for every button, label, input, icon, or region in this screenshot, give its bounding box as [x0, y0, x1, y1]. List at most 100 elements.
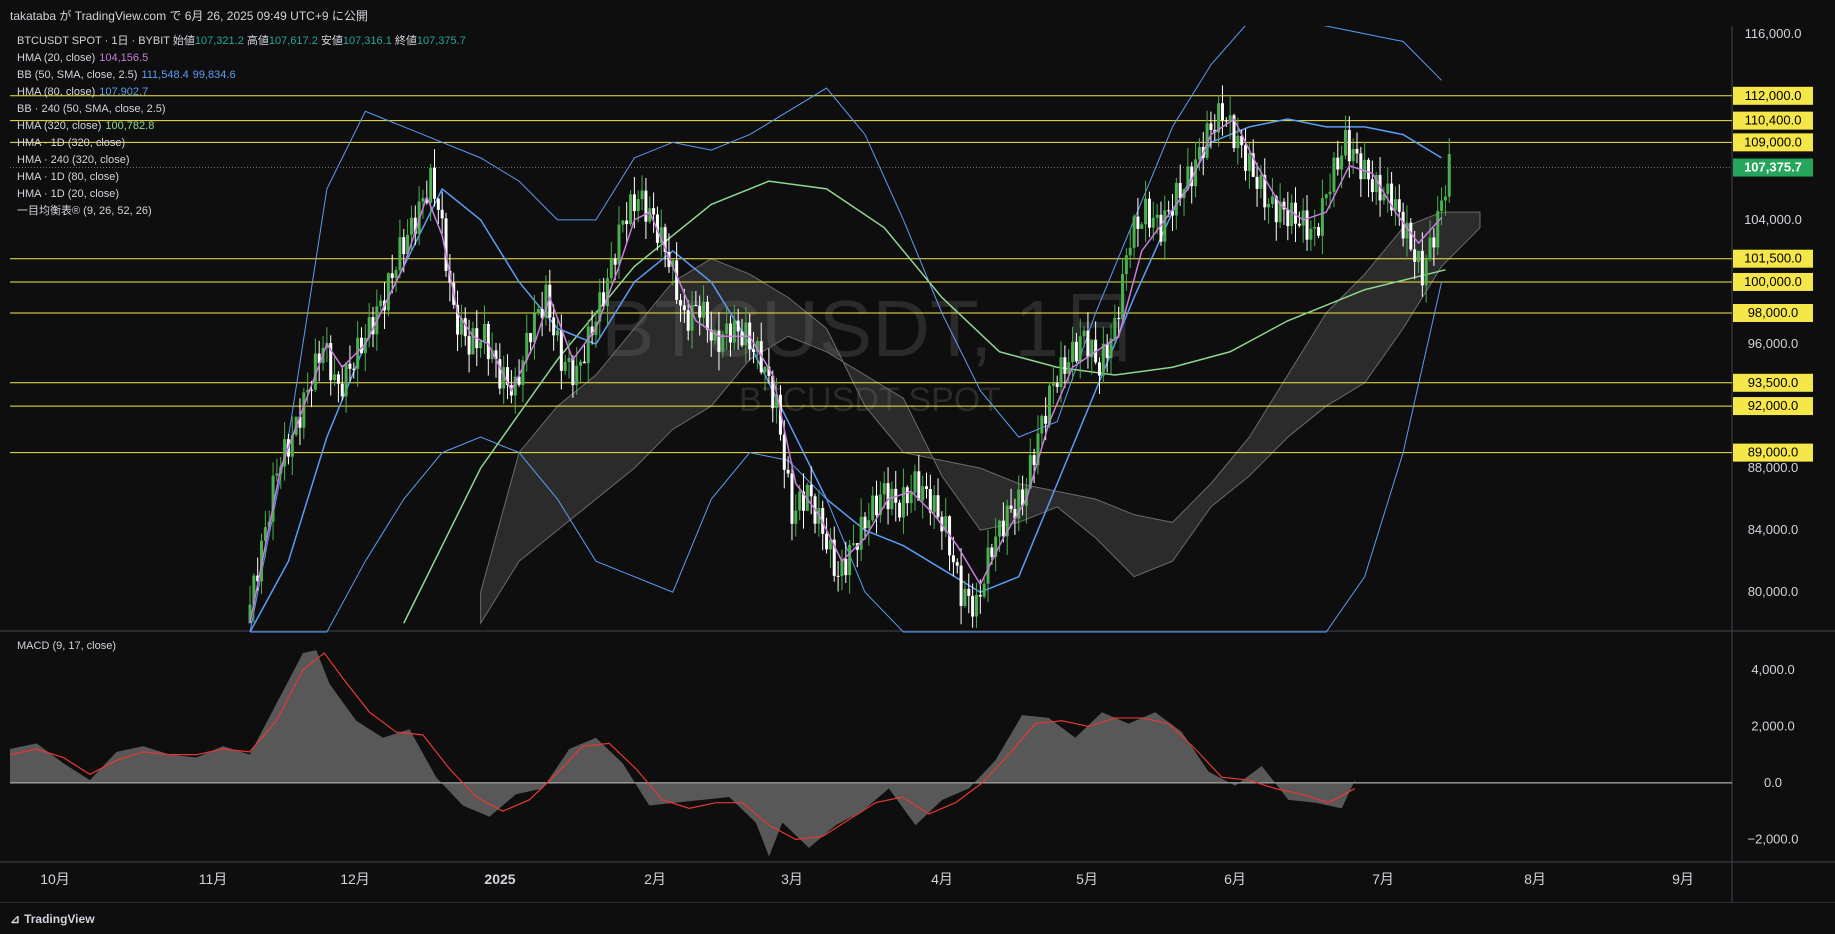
indicator-1[interactable]: BB (50, SMA, close, 2.5) 111,548.4 99,834.…: [17, 67, 466, 84]
candle-body: [921, 486, 925, 501]
candle-body: [1267, 203, 1271, 208]
candle-body: [963, 588, 967, 606]
candle-body: [982, 583, 986, 597]
x-tick-7: 5月: [1076, 871, 1098, 887]
candle-body: [352, 368, 356, 370]
candle-body: [1121, 274, 1125, 320]
candle-body: [1097, 362, 1101, 376]
candle-body: [809, 484, 813, 497]
candle-body: [1147, 198, 1151, 228]
candle-body: [1367, 159, 1371, 180]
candle-body: [1105, 343, 1109, 359]
candle-body: [386, 273, 390, 311]
candle-body: [486, 323, 490, 360]
tv-logo-icon: ⊿: [10, 912, 21, 926]
candle-body: [1124, 255, 1128, 275]
hline-label-5: 98,000.0: [1748, 305, 1799, 320]
candle-body: [1113, 317, 1117, 339]
indicator-2[interactable]: HMA (80, close) 107,902.7: [17, 84, 466, 101]
candle-body: [1324, 194, 1328, 199]
candle-body: [394, 270, 398, 279]
candle-body: [798, 491, 802, 511]
indicator-3[interactable]: BB · 240 (50, SMA, close, 2.5): [17, 101, 466, 118]
candle-body: [1163, 210, 1167, 242]
candle-body: [644, 190, 648, 222]
candle-body: [1155, 214, 1159, 218]
indicator-9[interactable]: 一目均衡表® (9, 26, 52, 26): [17, 203, 466, 220]
candle-body: [1051, 383, 1055, 386]
candle-body: [652, 208, 656, 215]
indicator-4[interactable]: HMA (320, close) 100,782.8: [17, 118, 466, 135]
candle-body: [898, 502, 902, 518]
candle-body: [1313, 227, 1317, 229]
candle-body: [632, 194, 636, 212]
candle-body: [1359, 153, 1363, 180]
candle-body: [978, 594, 982, 597]
candle-body: [1320, 198, 1324, 236]
candle-body: [1128, 247, 1132, 256]
candle-body: [1297, 223, 1301, 226]
indicator-6[interactable]: HMA · 240 (320, close): [17, 152, 466, 169]
candle-body: [917, 471, 921, 501]
candle-body: [1343, 129, 1347, 156]
footer: ⊿ TradingView: [0, 902, 1835, 934]
candle-body: [1044, 415, 1048, 424]
indicator-0[interactable]: HMA (20, close) 104,156.5: [17, 50, 466, 67]
candle-body: [1290, 202, 1294, 227]
candle-body: [859, 516, 863, 550]
candle-body: [867, 520, 871, 529]
macd-title: MACD (9, 17, close): [17, 640, 117, 652]
candle-body: [1428, 237, 1432, 260]
ohlc-3: 終値107,375.7: [391, 35, 466, 47]
candle-body: [875, 495, 879, 516]
candle-body: [536, 309, 540, 314]
candle-body: [1440, 200, 1444, 211]
candle-body: [1347, 129, 1351, 162]
candle-body: [567, 357, 571, 362]
candle-body: [1328, 191, 1332, 195]
candle-body: [1209, 123, 1213, 131]
x-tick-4: 2月: [644, 871, 666, 887]
candle-body: [348, 363, 352, 369]
x-tick-8: 6月: [1224, 871, 1246, 887]
candle-body: [1301, 210, 1305, 226]
candle-body: [686, 310, 690, 331]
candle-body: [736, 320, 740, 332]
indicator-8[interactable]: HMA · 1D (20, close): [17, 186, 466, 203]
y-tick-0: 80,000.0: [1748, 584, 1799, 599]
candle-body: [1071, 341, 1075, 363]
hline-label-4: 100,000.0: [1744, 274, 1802, 289]
candle-body: [1086, 330, 1090, 358]
tradingview-logo[interactable]: ⊿ TradingView: [10, 912, 95, 926]
legend-title: BTCUSDT SPOT · 1日 · BYBIT 始値107,321.2 高値…: [17, 35, 466, 47]
candle-body: [925, 486, 928, 489]
candle-body: [1001, 520, 1005, 537]
candle-body: [844, 558, 848, 576]
candle-body: [1286, 209, 1290, 227]
indicator-5[interactable]: HMA · 1D (320, close): [17, 135, 466, 152]
candle-body: [529, 333, 533, 343]
candle-body: [782, 434, 786, 470]
candle-body: [1432, 237, 1436, 248]
candle-body: [752, 349, 756, 352]
candle-body: [863, 516, 867, 529]
candle-body: [621, 220, 625, 225]
ohlc-0: 始値107,321.2: [172, 35, 244, 47]
candle-body: [836, 575, 840, 577]
candle-body: [467, 336, 471, 355]
candle-body: [763, 366, 767, 373]
candle-body: [1436, 210, 1440, 248]
indicator-7[interactable]: HMA · 1D (80, close): [17, 169, 466, 186]
hline-label-6: 93,500.0: [1748, 375, 1799, 390]
candle-body: [886, 483, 890, 510]
candle-body: [1393, 199, 1397, 211]
candle-body: [871, 495, 875, 521]
candle-body: [1009, 505, 1013, 509]
candle-body: [482, 323, 486, 342]
candle-body: [1220, 103, 1224, 121]
candle-body: [390, 273, 394, 279]
candle-body: [479, 341, 483, 349]
candle-body: [1351, 148, 1355, 162]
y-tick-5: 116,000.0: [1745, 26, 1802, 41]
candle-body: [694, 305, 698, 307]
